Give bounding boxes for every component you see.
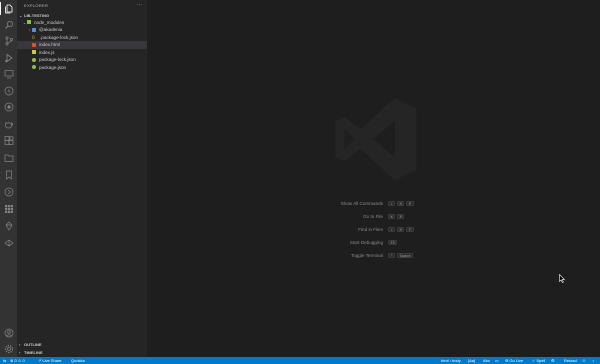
timeline-label: TIMELINE <box>24 349 43 355</box>
tree-item-node-modules[interactable]: ⌄ node_modules <box>17 19 147 27</box>
key-cap: Space <box>397 253 413 258</box>
key-cap: P <box>406 201 414 206</box>
remote-indicator-icon[interactable]: ⇆ <box>3 358 6 363</box>
html-file-icon <box>32 42 36 47</box>
shortcut-label: Find in Files <box>358 227 383 232</box>
shortcut-keys: ⌘ P <box>388 214 405 219</box>
more-actions-button[interactable]: ··· <box>137 2 142 8</box>
breadcrumb[interactable]: html › body <box>441 358 461 363</box>
key-cap: ⇧ <box>388 201 396 206</box>
grid-icon[interactable] <box>2 202 15 215</box>
run-debug-icon[interactable] <box>2 51 15 64</box>
shortcut-keys: ⇧ ⌘ P <box>388 201 414 206</box>
sidebar-title: EXPLORER <box>24 3 49 8</box>
live-share-icon: ↗ <box>38 358 42 363</box>
shortcut-row: Show All Commands ⇧ ⌘ P <box>147 200 600 209</box>
settings-gear-icon[interactable] <box>2 342 15 355</box>
shortcut-keys: ⇧ ⌘ F <box>388 227 414 232</box>
shortcut-label: Toggle Terminal <box>350 253 383 258</box>
shortcut-keys: F5 <box>388 240 398 245</box>
tree-item-label: index.html <box>39 42 60 48</box>
spell-label: Spell <box>536 358 546 363</box>
vscode-logo-watermark-icon <box>335 97 417 181</box>
key-cap: P <box>397 214 405 219</box>
layout-icon[interactable]: ▭ <box>495 358 499 363</box>
shortcut-row: Find in Files ⇧ ⌘ F <box>147 226 600 235</box>
shortcut-label: Start Debugging <box>349 240 383 245</box>
spell-button[interactable]: ✓ Spell <box>532 358 545 363</box>
tree-item-package-json[interactable]: package.json <box>17 64 147 72</box>
tree-item-package-lock[interactable]: package-lock.json <box>17 56 147 64</box>
key-cap: ⌃ <box>388 253 396 258</box>
key-cap: ⌘ <box>388 214 396 219</box>
tree-item-label: node_modules <box>34 19 65 25</box>
tree-item-index-html[interactable]: index.html <box>17 41 147 49</box>
tree-item-label: @akadenia <box>39 27 63 33</box>
workspace-root-label: LIB-TESTING <box>24 12 50 18</box>
shortcut-row: Go to File ⌘ P <box>147 213 600 222</box>
key-cap: ⌘ <box>397 227 405 232</box>
docker-icon[interactable] <box>2 236 15 249</box>
go-live-label: Go Live <box>509 358 524 363</box>
npm-json-icon <box>32 65 36 70</box>
tree-item-index-js[interactable]: index.js <box>17 49 147 57</box>
shortcut-label: Go to File <box>363 214 383 219</box>
shortcut-label: Show All Commands <box>340 201 383 206</box>
shortcut-row: Start Debugging F5 <box>147 239 600 248</box>
source-control-icon[interactable] <box>2 34 15 47</box>
database-icon[interactable] <box>2 100 15 113</box>
tree-item-label: package.json <box>39 64 67 70</box>
problems-indicator[interactable]: ⊗ 0 ⚠ 0 <box>10 358 25 363</box>
settings-sync-icon[interactable]: ⚙ <box>551 358 555 363</box>
key-cap: F5 <box>388 240 398 245</box>
notifications-bell-icon[interactable]: ♪ <box>592 358 594 363</box>
spell-check-icon: ✓ <box>532 358 536 363</box>
explorer-sidebar: EXPLORER ··· ⌄ LIB-TESTING ⌄ node_module… <box>17 0 147 357</box>
files-icon[interactable] <box>0 2 15 15</box>
tree-item-akadenia[interactable]: › @akadenia <box>17 26 147 34</box>
account-icon[interactable] <box>2 326 15 339</box>
live-share-label: Live Share <box>42 358 62 363</box>
bookmark-icon[interactable] <box>2 168 15 181</box>
go-live-button[interactable]: ⊚ Go Live <box>505 358 523 363</box>
feedback-icon[interactable]: ☺ <box>582 358 586 363</box>
remote-explorer-icon[interactable] <box>2 67 15 80</box>
mouse-cursor-icon <box>559 274 565 283</box>
outline-section[interactable]: › OUTLINE <box>17 340 147 348</box>
js-file-icon <box>32 50 36 55</box>
live-share-button[interactable]: ↗ Live Share <box>38 358 61 363</box>
deploy-icon[interactable] <box>2 219 15 232</box>
key-cap: F <box>406 227 414 232</box>
shortcut-row: Toggle Terminal ⌃ Space <box>147 252 600 261</box>
folder-icon <box>32 27 36 32</box>
editor-area[interactable]: Show All Commands ⇧ ⌘ P Go to File ⌘ P F… <box>147 0 600 357</box>
extensions-icon[interactable] <box>2 134 15 147</box>
key-cap: ⌘ <box>397 201 405 206</box>
npm-json-icon <box>32 57 36 62</box>
broadcast-icon: ⊚ <box>505 358 509 363</box>
coffee-icon[interactable] <box>2 117 15 130</box>
live-share-icon[interactable] <box>2 185 15 198</box>
outline-label: OUTLINE <box>24 341 42 347</box>
json-file-icon: {} <box>32 34 35 40</box>
quokka-button[interactable]: Quokka <box>71 358 85 363</box>
match-case-indicator[interactable]: [Aa] <box>468 358 475 363</box>
shortcut-keys: ⌃ Space <box>388 253 413 258</box>
folder-icon <box>27 20 31 25</box>
spell-abc-indicator[interactable]: Abc <box>483 358 490 363</box>
tree-item-label: package-lock.json <box>39 57 76 63</box>
status-bar: ⇆ ⊗ 0 ⚠ 0 ↗ Live Share Quokka html › bod… <box>0 357 600 364</box>
tree-item-label: index.js <box>39 49 55 55</box>
key-cap: ⇧ <box>388 227 396 232</box>
search-icon[interactable] <box>2 18 15 31</box>
tree-item-hidden-package-lock[interactable]: {} .package-lock.json <box>17 34 147 42</box>
folder-icon[interactable] <box>2 151 15 164</box>
tree-item-label: .package-lock.json <box>40 34 79 40</box>
sidebar-header: EXPLORER ··· <box>17 0 147 11</box>
reload-button[interactable]: Reload <box>564 358 577 363</box>
activity-bar <box>0 0 17 357</box>
lightning-icon[interactable] <box>2 84 15 97</box>
timeline-section[interactable]: › TIMELINE <box>17 348 147 356</box>
